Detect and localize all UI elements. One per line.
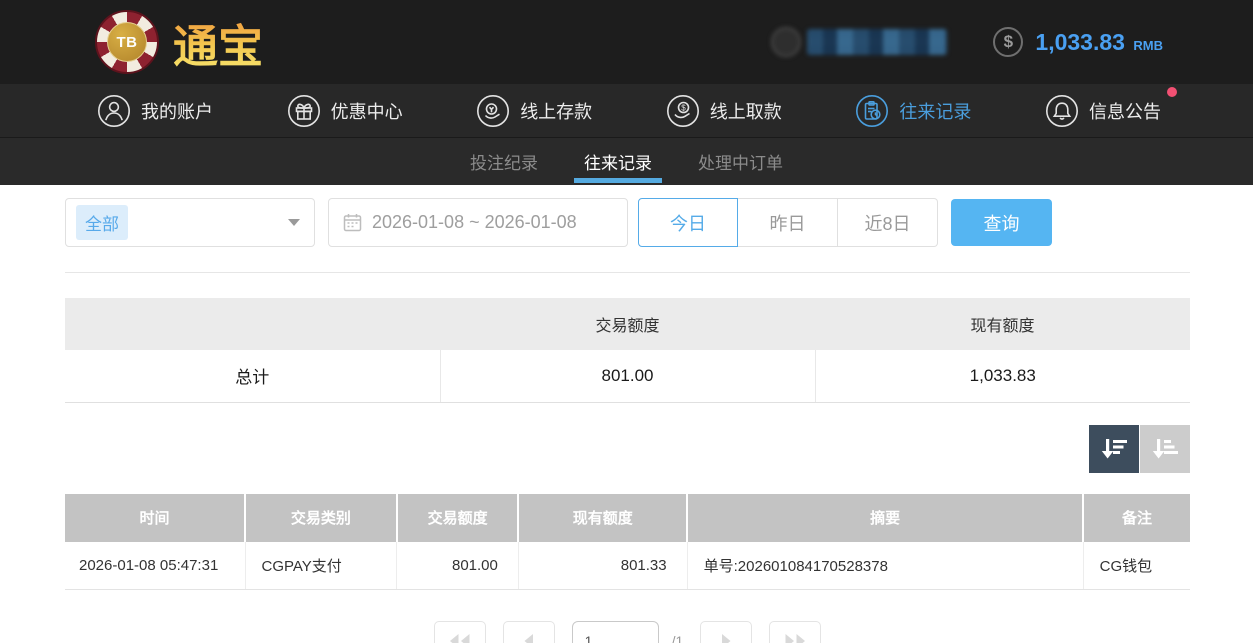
avatar — [771, 27, 801, 57]
nav-label: 线上存款 — [520, 98, 592, 124]
cell-balance: 801.33 — [518, 542, 687, 590]
calendar-icon — [343, 213, 362, 232]
header-time: 时间 — [65, 494, 245, 542]
deposit-icon — [476, 94, 510, 128]
summary-table: 交易额度 现有额度 总计 801.00 1,033.83 — [65, 298, 1190, 403]
nav-item-my-account[interactable]: 我的账户 — [97, 94, 213, 128]
gift-icon — [287, 94, 321, 128]
sort-controls — [65, 425, 1190, 473]
cell-amount: 801.00 — [397, 542, 519, 590]
nav-label: 我的账户 — [141, 98, 213, 124]
nav-item-deposit[interactable]: 线上存款 — [476, 94, 592, 128]
nav-item-promo-center[interactable]: 优惠中心 — [287, 94, 403, 128]
top-header: TB 通宝 $ 1,033.83 RMB — [0, 0, 1253, 84]
quick-btn-last8days[interactable]: 近8日 — [838, 198, 938, 247]
section-divider — [65, 272, 1190, 273]
sort-descending-icon — [1101, 437, 1128, 461]
summary-total-balance: 1,033.83 — [815, 350, 1190, 402]
double-left-arrow-icon — [448, 631, 472, 643]
type-selected-chip: 全部 — [76, 205, 128, 240]
nav-label: 信息公告 — [1089, 98, 1161, 124]
type-select-dropdown[interactable]: 全部 — [65, 198, 315, 247]
main-nav: 我的账户 优惠中心 线上存款 $ — [0, 84, 1253, 137]
table-row: 2026-01-08 05:47:31 CGPAY支付 801.00 801.3… — [65, 542, 1190, 590]
chip-logo-badge: TB — [107, 22, 147, 62]
summary-header-transaction: 交易额度 — [440, 298, 815, 350]
tab-transaction-records[interactable]: 往来记录 — [582, 138, 654, 185]
tab-betting-records[interactable]: 投注纪录 — [468, 138, 540, 185]
sub-nav: 投注纪录 往来记录 处理中订单 — [0, 137, 1253, 185]
summary-total-label: 总计 — [65, 350, 440, 402]
sort-ascending-button[interactable] — [1140, 425, 1190, 473]
first-page-button[interactable] — [434, 621, 486, 643]
summary-header-empty — [65, 298, 440, 350]
date-range-value: 2026-01-08 ~ 2026-01-08 — [372, 212, 577, 233]
next-page-button[interactable] — [700, 621, 752, 643]
withdraw-icon: $ — [666, 94, 700, 128]
summary-total-row: 总计 801.00 1,033.83 — [65, 350, 1190, 402]
user-icon — [97, 94, 131, 128]
site-logo[interactable]: TB 通宝 — [95, 10, 263, 75]
query-button[interactable]: 查询 — [951, 199, 1052, 246]
nav-item-announcements[interactable]: 信息公告 — [1045, 94, 1161, 128]
nav-item-withdraw[interactable]: $ 线上取款 — [666, 94, 782, 128]
dollar-icon: $ — [993, 27, 1023, 57]
cell-note: CG钱包 — [1083, 542, 1190, 590]
summary-header-balance: 现有额度 — [815, 298, 1190, 350]
header-summary: 摘要 — [687, 494, 1083, 542]
header-type: 交易类别 — [245, 494, 397, 542]
page-total-label: /1 — [672, 621, 684, 643]
cell-summary: 单号:202601084170528378 — [687, 542, 1083, 590]
balance-currency: RMB — [1133, 38, 1163, 53]
prev-page-button[interactable] — [503, 621, 555, 643]
bell-icon — [1045, 94, 1079, 128]
balance-amount: 1,033.83 — [1035, 29, 1125, 55]
quick-date-group: 今日 昨日 近8日 — [638, 198, 938, 247]
right-arrow-icon — [714, 631, 738, 643]
balance-display[interactable]: $ 1,033.83 RMB — [993, 27, 1163, 57]
quick-btn-yesterday[interactable]: 昨日 — [738, 198, 838, 247]
sort-ascending-icon — [1152, 437, 1179, 461]
filter-row: 全部 2026-01-08 ~ 2026-01-08 今日 昨日 近8日 查询 — [65, 198, 1190, 247]
cell-time: 2026-01-08 05:47:31 — [65, 542, 245, 590]
chevron-down-icon — [288, 219, 300, 226]
tab-processing-orders[interactable]: 处理中订单 — [696, 138, 785, 185]
nav-label: 往来记录 — [899, 98, 971, 124]
last-page-button[interactable] — [769, 621, 821, 643]
cell-type: CGPAY支付 — [245, 542, 397, 590]
records-table: 时间 交易类别 交易额度 现有额度 摘要 备注 2026-01-08 05:47… — [65, 494, 1190, 591]
summary-total-transaction: 801.00 — [440, 350, 815, 402]
nav-item-transaction-records[interactable]: 往来记录 — [855, 94, 971, 128]
chip-logo-icon: TB — [95, 10, 159, 74]
sort-descending-button[interactable] — [1089, 425, 1139, 473]
header-amount: 交易额度 — [397, 494, 519, 542]
records-icon — [855, 94, 889, 128]
date-range-input[interactable]: 2026-01-08 ~ 2026-01-08 — [328, 198, 628, 247]
header-note: 备注 — [1083, 494, 1190, 542]
svg-text:$: $ — [681, 103, 686, 112]
quick-btn-today[interactable]: 今日 — [638, 198, 738, 247]
summary-header-row: 交易额度 现有额度 — [65, 298, 1190, 350]
main-content: 全部 2026-01-08 ~ 2026-01-08 今日 昨日 近8日 查询 … — [0, 185, 1253, 643]
header-balance: 现有额度 — [518, 494, 687, 542]
pagination: /1 — [65, 621, 1190, 643]
username-blurred — [807, 29, 947, 55]
records-header-row: 时间 交易类别 交易额度 现有额度 摘要 备注 — [65, 494, 1190, 542]
user-account[interactable] — [771, 27, 947, 57]
double-right-arrow-icon — [783, 631, 807, 643]
page-number-input[interactable] — [572, 621, 659, 643]
nav-label: 优惠中心 — [331, 98, 403, 124]
site-title: 通宝 — [173, 10, 263, 75]
nav-label: 线上取款 — [710, 98, 782, 124]
left-arrow-icon — [517, 631, 541, 643]
notification-dot — [1167, 87, 1177, 97]
